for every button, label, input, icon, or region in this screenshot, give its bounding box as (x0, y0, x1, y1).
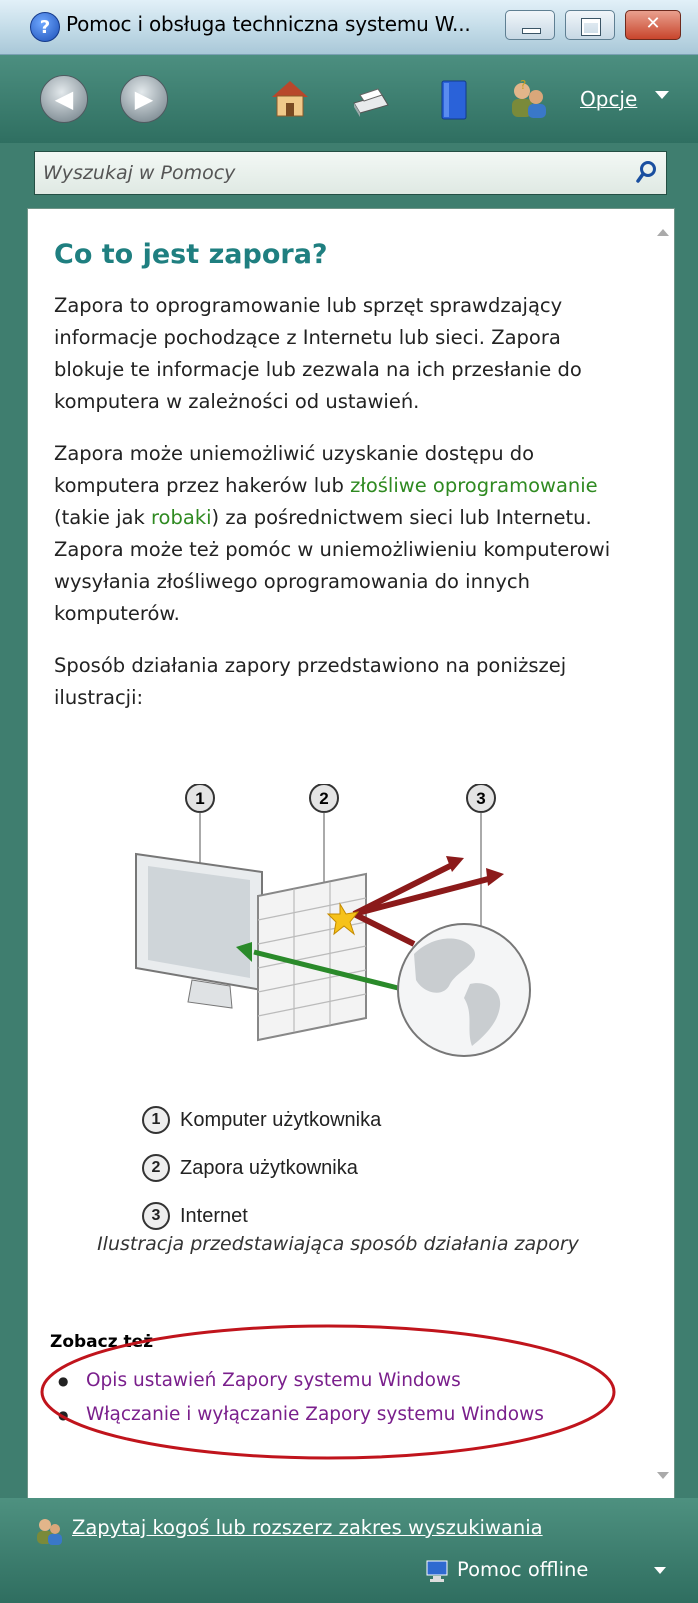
figure-number-1: 1 (185, 783, 215, 813)
svg-text:3: 3 (476, 789, 485, 808)
legend-label-3: Internet (180, 1204, 248, 1227)
help-icon: ? (30, 12, 60, 42)
search-bar: Wyszukaj w Pomocy (0, 143, 698, 213)
figure-number-3: 3 (466, 783, 496, 813)
help-window: ? Pomoc i obsługa techniczna systemu W..… (0, 0, 698, 1603)
article-title: Co to jest zapora? (54, 239, 328, 270)
annotation-ellipse (40, 1324, 616, 1460)
paragraph-3: Sposób działania zapory przedstawiono na… (54, 654, 567, 709)
search-icon[interactable] (636, 160, 658, 184)
legend-item-2: 2 Zapora użytkownika (142, 1154, 358, 1182)
vertical-scrollbar[interactable] (652, 209, 674, 1499)
window-title: Pomoc i obsługa techniczna systemu W... (66, 12, 471, 36)
scroll-down-arrow-icon[interactable] (657, 1472, 669, 1479)
legend-number-2: 2 (142, 1154, 170, 1182)
ask-someone-link[interactable]: Zapytaj kogoś lub rozszerz zakres wyszuk… (72, 1516, 543, 1539)
options-menu[interactable]: Opcje (580, 87, 637, 111)
book-icon[interactable] (432, 77, 476, 121)
printer-icon[interactable] (348, 77, 392, 121)
legend-number-1: 1 (142, 1106, 170, 1134)
svg-text:?: ? (520, 78, 526, 92)
arrow-left-icon: ◀ (54, 85, 74, 113)
paragraph-2-text-b: (takie jak (54, 506, 151, 529)
worms-link[interactable]: robaki (151, 506, 212, 529)
monitor-icon[interactable] (424, 1558, 450, 1584)
article: Co to jest zapora? Zapora to oprogramowa… (54, 239, 634, 1254)
legend-item-1: 1 Komputer użytkownika (142, 1106, 381, 1134)
bottom-bar: Zapytaj kogoś lub rozszerz zakres wyszuk… (0, 1498, 698, 1603)
chevron-down-icon[interactable] (655, 91, 669, 99)
offline-help-menu[interactable]: Pomoc offline (457, 1558, 588, 1581)
firewall-diagram: 1 2 3 (135, 783, 531, 1057)
legend-item-3: 3 Internet (142, 1202, 248, 1230)
svg-text:2: 2 (319, 789, 328, 808)
paragraph-2: Zapora może uniemożliwić uzyskanie dostę… (54, 438, 634, 630)
minimize-button[interactable] (505, 10, 555, 40)
search-input[interactable]: Wyszukaj w Pomocy (34, 151, 667, 195)
figure-caption: Ilustracja przedstawiająca sposób działa… (97, 1233, 579, 1255)
toolbar: ◀ ▶ ? Opcje (0, 55, 698, 143)
title-bar: ? Pomoc i obsługa techniczna systemu W..… (0, 0, 698, 55)
legend-number-3: 3 (142, 1202, 170, 1230)
ask-icon[interactable]: ? (506, 77, 550, 121)
legend-label-1: Komputer użytkownika (180, 1108, 382, 1131)
maximize-button[interactable] (565, 10, 615, 40)
scroll-up-arrow-icon[interactable] (657, 229, 669, 236)
content-pane: Co to jest zapora? Zapora to oprogramowa… (27, 208, 675, 1500)
back-button[interactable]: ◀ (40, 75, 88, 123)
home-icon[interactable] (268, 77, 312, 121)
close-button[interactable] (625, 10, 681, 40)
forward-button[interactable]: ▶ (120, 75, 168, 123)
computer-icon (135, 852, 263, 1009)
svg-text:1: 1 (195, 789, 204, 808)
ask-someone-icon[interactable] (34, 1516, 64, 1546)
malware-link[interactable]: złośliwe oprogramowanie (350, 474, 598, 497)
globe-icon (397, 923, 531, 1057)
firewall-illustration: 1 2 3 1 Komputer użytkownika 2 Zapora uż… (54, 783, 634, 1254)
paragraph-1: Zapora to oprogramowanie lub sprzęt spra… (54, 294, 582, 413)
chevron-down-icon[interactable] (654, 1567, 666, 1574)
legend-label-2: Zapora użytkownika (180, 1156, 358, 1179)
figure-number-2: 2 (309, 783, 339, 813)
arrow-right-icon: ▶ (134, 85, 154, 113)
